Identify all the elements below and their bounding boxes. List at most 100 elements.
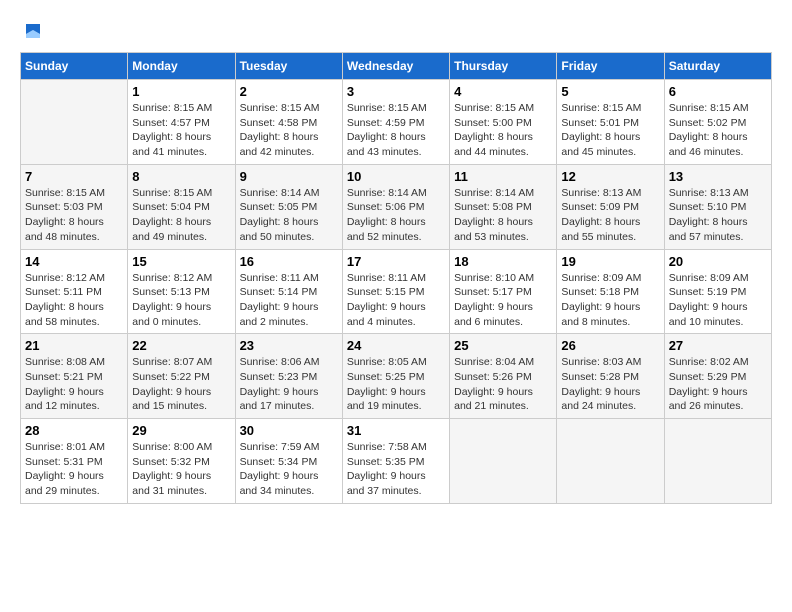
calendar-cell: 21Sunrise: 8:08 AMSunset: 5:21 PMDayligh… <box>21 334 128 419</box>
calendar-cell: 8 Sunrise: 8:15 AMSunset: 5:04 PMDaylight… <box>128 164 235 249</box>
weekday-header-thursday: Thursday <box>450 53 557 80</box>
day-number: 22 <box>132 338 230 353</box>
day-info: Sunrise: 8:10 AMSunset: 5:17 PMDaylight:… <box>454 271 552 330</box>
day-info: Sunrise: 8:12 AMSunset: 5:13 PMDaylight:… <box>132 271 230 330</box>
calendar-cell <box>21 80 128 165</box>
day-info: Sunrise: 8:00 AMSunset: 5:32 PMDaylight:… <box>132 440 230 499</box>
day-info: Sunrise: 8:06 AMSunset: 5:23 PMDaylight:… <box>240 355 338 414</box>
day-number: 1 <box>132 84 230 99</box>
day-info: Sunrise: 8:15 AMSunset: 4:59 PMDaylight:… <box>347 101 445 160</box>
day-number: 5 <box>561 84 659 99</box>
calendar-cell: 2 Sunrise: 8:15 AMSunset: 4:58 PMDaylight… <box>235 80 342 165</box>
day-info: Sunrise: 7:58 AMSunset: 5:35 PMDaylight:… <box>347 440 445 499</box>
calendar-week-row: 28 Sunrise: 8:01 AMSunset: 5:31 PMDayligh… <box>21 419 772 504</box>
day-info: Sunrise: 8:15 AMSunset: 4:58 PMDaylight:… <box>240 101 338 160</box>
calendar-cell: 14 Sunrise: 8:12 AMSunset: 5:11 PMDayligh… <box>21 249 128 334</box>
day-info: Sunrise: 8:15 AMSunset: 5:02 PMDaylight:… <box>669 101 767 160</box>
day-info: Sunrise: 8:03 AMSunset: 5:28 PMDaylight:… <box>561 355 659 414</box>
day-number: 20 <box>669 254 767 269</box>
day-info: Sunrise: 8:07 AMSunset: 5:22 PMDaylight:… <box>132 355 230 414</box>
day-number: 13 <box>669 169 767 184</box>
day-info: Sunrise: 8:15 AMSunset: 5:01 PMDaylight:… <box>561 101 659 160</box>
calendar-cell: 20 Sunrise: 8:09 AMSunset: 5:19 PMDayligh… <box>664 249 771 334</box>
calendar-week-row: 14 Sunrise: 8:12 AMSunset: 5:11 PMDayligh… <box>21 249 772 334</box>
calendar-cell: 31 Sunrise: 7:58 AMSunset: 5:35 PMDayligh… <box>342 419 449 504</box>
day-number: 29 <box>132 423 230 438</box>
calendar-cell: 24 Sunrise: 8:05 AMSunset: 5:25 PMDayligh… <box>342 334 449 419</box>
day-info: Sunrise: 8:01 AMSunset: 5:31 PMDaylight:… <box>25 440 123 499</box>
calendar-cell <box>557 419 664 504</box>
day-info: Sunrise: 8:11 AMSunset: 5:14 PMDaylight:… <box>240 271 338 330</box>
calendar-cell: 6 Sunrise: 8:15 AMSunset: 5:02 PMDaylight… <box>664 80 771 165</box>
calendar-cell: 13 Sunrise: 8:13 AMSunset: 5:10 PMDayligh… <box>664 164 771 249</box>
calendar-cell: 3Sunrise: 8:15 AMSunset: 4:59 PMDaylight… <box>342 80 449 165</box>
calendar-cell: 5 Sunrise: 8:15 AMSunset: 5:01 PMDaylight… <box>557 80 664 165</box>
day-number: 26 <box>561 338 659 353</box>
weekday-header-friday: Friday <box>557 53 664 80</box>
day-number: 12 <box>561 169 659 184</box>
day-number: 2 <box>240 84 338 99</box>
day-info: Sunrise: 8:14 AMSunset: 5:06 PMDaylight:… <box>347 186 445 245</box>
day-info: Sunrise: 8:02 AMSunset: 5:29 PMDaylight:… <box>669 355 767 414</box>
day-info: Sunrise: 8:12 AMSunset: 5:11 PMDaylight:… <box>25 271 123 330</box>
day-number: 30 <box>240 423 338 438</box>
day-number: 16 <box>240 254 338 269</box>
day-number: 7 <box>25 169 123 184</box>
day-number: 8 <box>132 169 230 184</box>
day-number: 31 <box>347 423 445 438</box>
day-info: Sunrise: 8:11 AMSunset: 5:15 PMDaylight:… <box>347 271 445 330</box>
day-info: Sunrise: 8:15 AMSunset: 5:00 PMDaylight:… <box>454 101 552 160</box>
day-number: 4 <box>454 84 552 99</box>
day-info: Sunrise: 8:09 AMSunset: 5:19 PMDaylight:… <box>669 271 767 330</box>
calendar-cell: 25 Sunrise: 8:04 AMSunset: 5:26 PMDayligh… <box>450 334 557 419</box>
day-number: 9 <box>240 169 338 184</box>
page-header <box>20 20 772 42</box>
day-info: Sunrise: 8:13 AMSunset: 5:10 PMDaylight:… <box>669 186 767 245</box>
day-info: Sunrise: 8:13 AMSunset: 5:09 PMDaylight:… <box>561 186 659 245</box>
calendar-cell: 1Sunrise: 8:15 AMSunset: 4:57 PMDaylight… <box>128 80 235 165</box>
day-info: Sunrise: 8:09 AMSunset: 5:18 PMDaylight:… <box>561 271 659 330</box>
calendar-cell: 10 Sunrise: 8:14 AMSunset: 5:06 PMDayligh… <box>342 164 449 249</box>
weekday-header-wednesday: Wednesday <box>342 53 449 80</box>
calendar-cell: 17 Sunrise: 8:11 AMSunset: 5:15 PMDayligh… <box>342 249 449 334</box>
day-number: 18 <box>454 254 552 269</box>
day-number: 6 <box>669 84 767 99</box>
day-info: Sunrise: 8:14 AMSunset: 5:05 PMDaylight:… <box>240 186 338 245</box>
day-number: 11 <box>454 169 552 184</box>
calendar-cell: 9 Sunrise: 8:14 AMSunset: 5:05 PMDaylight… <box>235 164 342 249</box>
calendar-cell: 11 Sunrise: 8:14 AMSunset: 5:08 PMDayligh… <box>450 164 557 249</box>
calendar-header-row: SundayMondayTuesdayWednesdayThursdayFrid… <box>21 53 772 80</box>
logo <box>20 20 44 42</box>
day-number: 24 <box>347 338 445 353</box>
day-info: Sunrise: 8:15 AMSunset: 5:04 PMDaylight:… <box>132 186 230 245</box>
day-info: Sunrise: 8:04 AMSunset: 5:26 PMDaylight:… <box>454 355 552 414</box>
day-number: 28 <box>25 423 123 438</box>
calendar-cell: 27Sunrise: 8:02 AMSunset: 5:29 PMDayligh… <box>664 334 771 419</box>
calendar-week-row: 1Sunrise: 8:15 AMSunset: 4:57 PMDaylight… <box>21 80 772 165</box>
calendar-week-row: 7 Sunrise: 8:15 AMSunset: 5:03 PMDaylight… <box>21 164 772 249</box>
calendar-cell: 28 Sunrise: 8:01 AMSunset: 5:31 PMDayligh… <box>21 419 128 504</box>
day-number: 10 <box>347 169 445 184</box>
calendar-cell: 15 Sunrise: 8:12 AMSunset: 5:13 PMDayligh… <box>128 249 235 334</box>
calendar-cell: 4 Sunrise: 8:15 AMSunset: 5:00 PMDaylight… <box>450 80 557 165</box>
day-number: 17 <box>347 254 445 269</box>
calendar-cell: 7 Sunrise: 8:15 AMSunset: 5:03 PMDaylight… <box>21 164 128 249</box>
weekday-header-tuesday: Tuesday <box>235 53 342 80</box>
calendar-cell: 18 Sunrise: 8:10 AMSunset: 5:17 PMDayligh… <box>450 249 557 334</box>
calendar-cell: 30 Sunrise: 7:59 AMSunset: 5:34 PMDayligh… <box>235 419 342 504</box>
day-info: Sunrise: 8:05 AMSunset: 5:25 PMDaylight:… <box>347 355 445 414</box>
calendar-cell <box>450 419 557 504</box>
day-info: Sunrise: 7:59 AMSunset: 5:34 PMDaylight:… <box>240 440 338 499</box>
day-info: Sunrise: 8:14 AMSunset: 5:08 PMDaylight:… <box>454 186 552 245</box>
day-number: 15 <box>132 254 230 269</box>
logo-icon <box>22 20 44 42</box>
day-number: 23 <box>240 338 338 353</box>
day-number: 14 <box>25 254 123 269</box>
calendar-cell: 29 Sunrise: 8:00 AMSunset: 5:32 PMDayligh… <box>128 419 235 504</box>
weekday-header-sunday: Sunday <box>21 53 128 80</box>
weekday-header-monday: Monday <box>128 53 235 80</box>
day-info: Sunrise: 8:15 AMSunset: 5:03 PMDaylight:… <box>25 186 123 245</box>
day-number: 25 <box>454 338 552 353</box>
calendar-cell: 22 Sunrise: 8:07 AMSunset: 5:22 PMDayligh… <box>128 334 235 419</box>
calendar-cell <box>664 419 771 504</box>
